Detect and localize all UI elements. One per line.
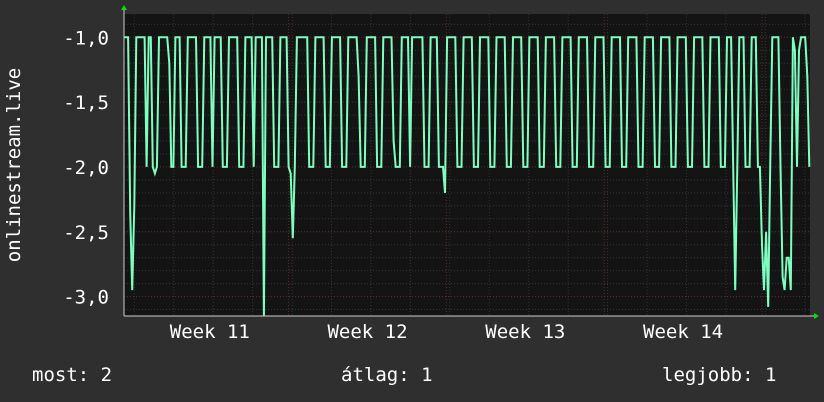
legend-best: legjobb: 1	[662, 364, 777, 386]
legend-average: átlag: 1	[341, 364, 433, 386]
y-axis-label: onlinestream.live	[3, 68, 25, 262]
x-tick-label: Week 13	[485, 321, 565, 343]
y-tick-label: -1,5	[63, 92, 109, 114]
y-tick-labels: -1,0 -1,5 -2,0 -2,5 -3,0	[63, 27, 109, 308]
x-tick-label: Week 14	[643, 321, 723, 343]
x-axis-arrow	[814, 313, 819, 319]
y-tick-label: -2,5	[63, 222, 109, 244]
legend-current: most: 2	[32, 364, 113, 386]
y-tick-label: -3,0	[63, 287, 109, 309]
x-tick-label: Week 11	[170, 321, 250, 343]
chart: -1,0-1,5-2,0-2,5-3,0 Week 11 Week 12 Week …	[3, 5, 819, 343]
y-axis-arrow	[121, 5, 127, 10]
x-tick-label: Week 12	[327, 321, 407, 343]
x-tick-labels: Week 11 Week 12 Week 13 Week 14	[170, 321, 723, 343]
y-tick-label: -1,0	[63, 27, 109, 49]
y-tick-label: -2,0	[63, 157, 109, 179]
